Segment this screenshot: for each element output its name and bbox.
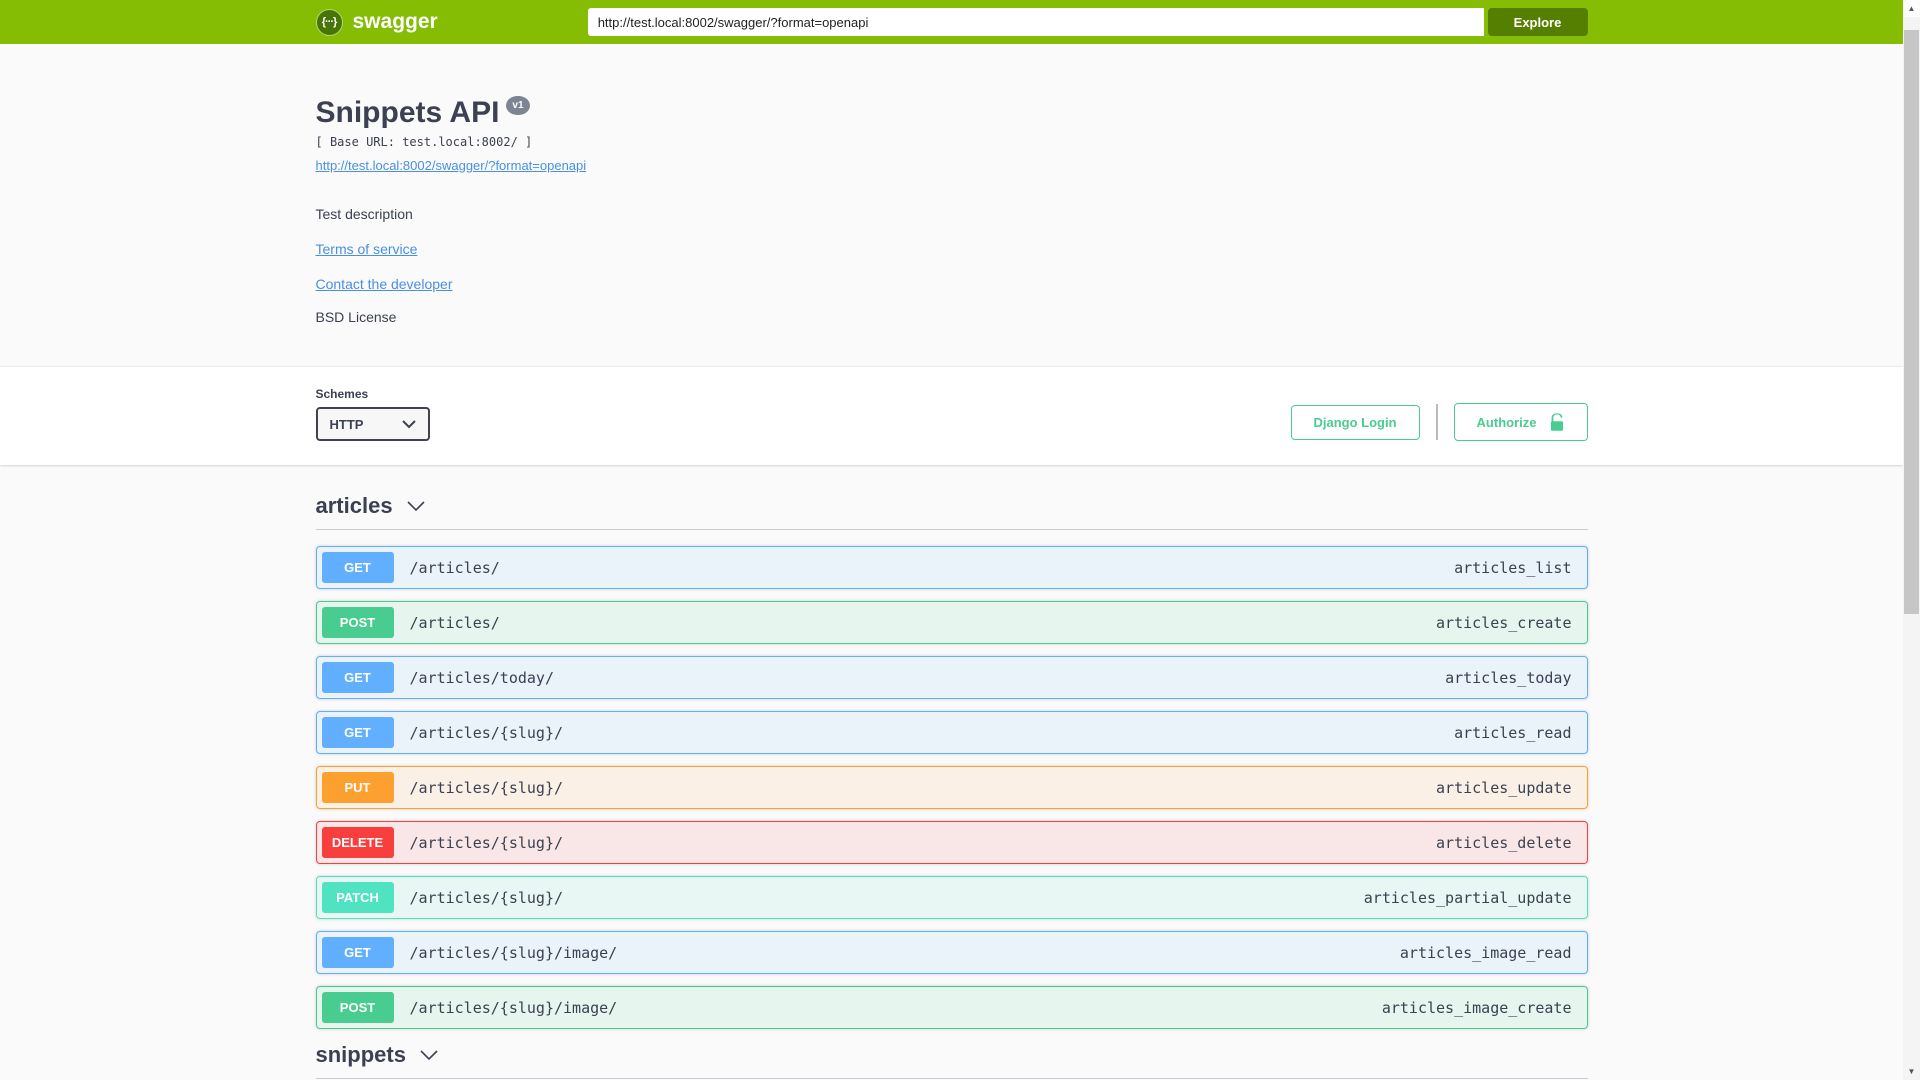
operation-path: /articles/{slug}/ bbox=[409, 888, 564, 907]
method-badge: GET bbox=[321, 717, 394, 748]
django-login-button[interactable]: Django Login bbox=[1290, 404, 1420, 440]
scheme-container: Schemes HTTP Django Login Authorize bbox=[0, 367, 1903, 465]
method-badge: DELETE bbox=[321, 827, 394, 858]
opblock-articles_image_create[interactable]: POST/articles/{slug}/image/articles_imag… bbox=[315, 986, 1588, 1029]
opblock-articles_read[interactable]: GET/articles/{slug}/ articles_read bbox=[315, 711, 1588, 754]
scrollbar-down-arrow[interactable]: ▼ bbox=[1903, 1063, 1920, 1080]
download-url-wrapper: Explore bbox=[587, 8, 1588, 36]
operation-id: articles_partial_update bbox=[1363, 888, 1572, 907]
chevron-down-icon bbox=[401, 417, 416, 432]
operation-id: articles_update bbox=[1436, 778, 1572, 797]
opblock-articles_create[interactable]: POST/articles/articles_create bbox=[315, 601, 1588, 644]
operation-id: articles_list bbox=[1454, 558, 1572, 577]
page-title: Snippets API bbox=[315, 96, 500, 129]
operations-sections: articles GET/articles/articles_list POST/a… bbox=[315, 465, 1588, 1080]
schemes-block: Schemes HTTP bbox=[315, 387, 430, 441]
explore-button[interactable]: Explore bbox=[1487, 8, 1588, 36]
base-url: [ Base URL: test.local:8002/ ] bbox=[315, 135, 533, 149]
opblock-articles_image_read[interactable]: GET/articles/{slug}/image/articles_image… bbox=[315, 931, 1588, 974]
information-container: Snippets API v1 [ Base URL: test.local:80… bbox=[0, 44, 1903, 367]
api-title-row: Snippets API v1 bbox=[316, 96, 1588, 130]
api-description: Test description bbox=[315, 206, 413, 222]
opblock-tag-section-snippets: snippetsGET/snippets/snippets_list bbox=[315, 1042, 1588, 1080]
operation-id: articles_read bbox=[1454, 723, 1572, 742]
opblock-articles_partial_update[interactable]: PATCH/articles/{slug}/ articles_partial_u… bbox=[315, 876, 1588, 919]
scrollbar-up-arrow[interactable]: ▲ bbox=[1903, 0, 1920, 17]
unlock-icon bbox=[1549, 413, 1565, 431]
operation-path: /articles/{slug}/image/ bbox=[409, 998, 618, 1017]
swagger-logo-icon: {···} bbox=[315, 8, 343, 36]
vertical-scrollbar[interactable]: ▲ ▼ bbox=[1903, 0, 1920, 1080]
opblock-tag-section-articles: articles GET/articles/articles_list POST/a… bbox=[315, 493, 1588, 1029]
swagger-logo-text: swagger bbox=[352, 10, 438, 33]
auth-wrapper: Django Login Authorize bbox=[1290, 403, 1588, 441]
operation-id: articles_delete bbox=[1436, 833, 1572, 852]
operation-path: /articles/{slug}/image/ bbox=[409, 943, 618, 962]
contact-developer-link[interactable]: Contact the developer bbox=[316, 276, 453, 292]
operation-path: /articles/{slug}/ bbox=[409, 723, 564, 742]
authorize-button[interactable]: Authorize bbox=[1453, 403, 1588, 441]
method-badge: GET bbox=[321, 552, 394, 583]
section-title: snippets bbox=[315, 1042, 406, 1067]
operation-id: articles_today bbox=[1445, 668, 1572, 687]
operation-path: /articles/{slug}/ bbox=[409, 833, 564, 852]
schemes-selected-value: HTTP bbox=[329, 416, 364, 432]
spec-url-input[interactable] bbox=[587, 8, 1484, 36]
terms-of-service-link[interactable]: Terms of service bbox=[316, 241, 418, 257]
section-title: articles bbox=[315, 493, 393, 518]
section-header-snippets[interactable]: snippets bbox=[315, 1042, 1588, 1079]
operation-id: articles_image_read bbox=[1399, 943, 1572, 962]
opblock-articles_list[interactable]: GET/articles/articles_list bbox=[315, 546, 1588, 589]
opblock-articles_today[interactable]: GET/articles/today/articles_today bbox=[315, 656, 1588, 699]
method-badge: PUT bbox=[321, 772, 394, 803]
operation-id: articles_image_create bbox=[1381, 998, 1572, 1017]
method-badge: GET bbox=[321, 662, 394, 693]
method-badge: PATCH bbox=[321, 882, 394, 913]
method-badge: GET bbox=[321, 937, 394, 968]
method-badge: POST bbox=[321, 607, 394, 638]
schemes-label: Schemes bbox=[315, 387, 369, 401]
method-badge: POST bbox=[321, 992, 394, 1023]
swagger-logo[interactable]: {···} swagger bbox=[315, 8, 438, 36]
swagger-ui-page: {···} swagger Explore Snippets API v1 [ B… bbox=[0, 0, 1903, 1080]
opblock-articles_update[interactable]: PUT/articles/{slug}/ articles_update bbox=[315, 766, 1588, 809]
chevron-down-icon[interactable] bbox=[406, 500, 425, 512]
operation-path: /articles/{slug}/ bbox=[409, 778, 564, 797]
license-text: BSD License bbox=[315, 309, 397, 325]
schemes-select[interactable]: HTTP bbox=[315, 407, 430, 441]
section-header-articles[interactable]: articles bbox=[315, 493, 1588, 530]
operation-path: /articles/today/ bbox=[409, 668, 555, 687]
auth-divider bbox=[1435, 404, 1438, 440]
opblock-articles_delete[interactable]: DELETE/articles/{slug}/ articles_delete bbox=[315, 821, 1588, 864]
operation-path: /articles/ bbox=[409, 558, 500, 577]
operation-path: /articles/ bbox=[409, 613, 500, 632]
chevron-down-icon[interactable] bbox=[420, 1049, 438, 1061]
scrollbar-thumb[interactable] bbox=[1904, 30, 1919, 614]
spec-link[interactable]: http://test.local:8002/swagger/?format=o… bbox=[316, 158, 587, 173]
topbar: {···} swagger Explore bbox=[0, 0, 1903, 44]
operation-id: articles_create bbox=[1436, 613, 1572, 632]
version-badge: v1 bbox=[506, 96, 530, 115]
